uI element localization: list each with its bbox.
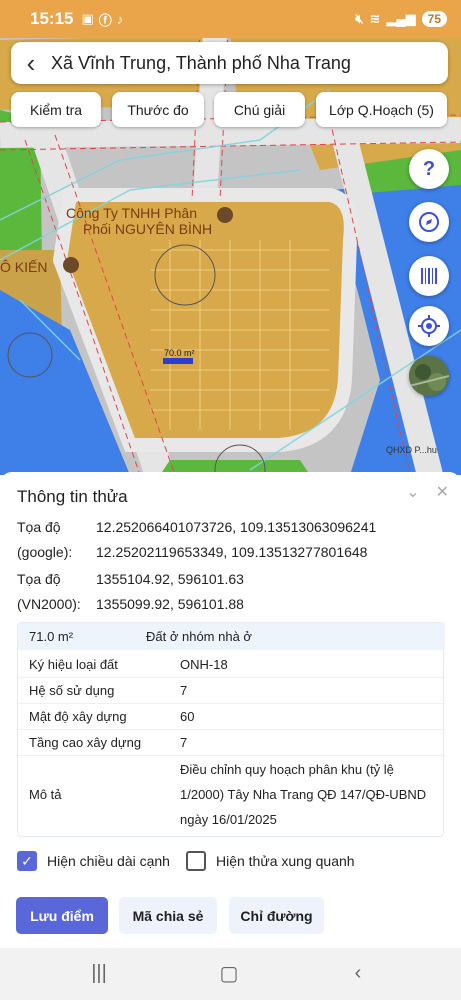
coord-value: 1355104.92, 596101.63 (96, 571, 244, 587)
attr-value: Điều chỉnh quy hoạch phân khu (tỷ lệ 1/2… (180, 762, 427, 827)
save-point-button[interactable]: Lưu điểm (16, 897, 108, 934)
collapse-chevron-icon[interactable]: ⌄ (406, 482, 419, 502)
screenshot-icon: ▣ (81, 11, 94, 26)
home-icon[interactable]: ▢ (214, 960, 244, 986)
back-icon[interactable]: ‹ (343, 960, 373, 986)
attr-key: Mật độ xây dựng (29, 709, 127, 724)
system-icons: 🔇︎ ≋ ▂▄▆ 75 (355, 11, 447, 27)
satellite-layer-button[interactable] (409, 356, 449, 396)
map-credit: QHXD P...hu (386, 445, 437, 455)
location-title[interactable]: Xã Vĩnh Trung, Thành phố Nha Trang (51, 53, 351, 74)
recent-apps-icon[interactable]: ||| (84, 960, 114, 986)
help-button[interactable]: ? (409, 149, 449, 189)
coord-value: 12.25202119653349, 109.13513277801648 (96, 544, 368, 560)
land-info-table: 71.0 m² Đất ở nhóm nhà ở Ký hiệu loại đấ… (17, 622, 445, 837)
mute-icon: 🔇︎ (355, 11, 364, 26)
display-options: ✓ Hiện chiều dài cạnh Hiện thửa xung qua… (17, 848, 371, 874)
compass-button[interactable] (409, 202, 449, 242)
crosshair-icon (418, 315, 440, 337)
directions-button[interactable]: Chỉ đường (229, 897, 324, 934)
attr-key: Ký hiệu loại đất (29, 657, 118, 672)
my-location-button[interactable] (409, 306, 449, 346)
barcode-icon (421, 268, 437, 284)
checkbox-checked-icon[interactable]: ✓ (17, 851, 37, 871)
show-edge-length-option[interactable]: ✓ Hiện chiều dài cạnh (17, 851, 170, 871)
sheet-title: Thông tin thửa (17, 487, 128, 506)
parcel-info-sheet: Thông tin thửa ⌄ ✕ Tọa độ 12.25206640107… (0, 472, 461, 948)
table-row: Ký hiệu loại đất ONH-18 (18, 652, 445, 678)
coord-label: (google): (17, 544, 73, 560)
show-surrounding-option[interactable]: Hiện thửa xung quanh (185, 851, 355, 871)
legend-chip[interactable]: Chú giải (214, 92, 305, 127)
barcode-button[interactable] (409, 256, 449, 296)
attr-value: 7 (180, 735, 188, 750)
coord-label: Tọa độ (17, 571, 61, 587)
attr-key: Mô tả (29, 787, 62, 802)
attr-value: 7 (180, 683, 188, 698)
help-icon: ? (422, 157, 436, 180)
signal-icon: ▂▄▆ (386, 11, 416, 26)
table-row: Mật độ xây dựng 60 (18, 704, 445, 730)
land-type: Đất ở nhóm nhà ở (146, 629, 252, 644)
status-bar: 15:15 ▣ ⓕ ♪ 🔇︎ ≋ ▂▄▆ 75 (0, 0, 461, 38)
coord-label: Tọa độ (17, 519, 61, 535)
back-arrow-icon[interactable]: ‹ (11, 42, 51, 84)
parcel-area-label: 70.0 m² (164, 348, 195, 358)
check-chip[interactable]: Kiểm tra (11, 92, 101, 127)
map-poi-line1: Công Ty TNHH Phân (66, 205, 197, 221)
close-icon[interactable]: ✕ (436, 482, 449, 502)
facebook-icon: ⓕ (98, 12, 112, 28)
checkbox-unchecked-icon[interactable] (185, 851, 206, 871)
system-nav-bar: ||| ▢ ‹ (0, 948, 461, 1000)
parcel-area: 71.0 m² (29, 629, 74, 644)
map-poi-line2: Phối NGUYÊN BÌNH (83, 221, 213, 237)
attr-value: 60 (180, 709, 195, 724)
attr-key: Hệ số sử dụng (29, 683, 115, 698)
coord-label: (VN2000): (17, 596, 81, 612)
map-poi-label: Công Ty TNHH Phân Phối NGUYÊN BÌNH (66, 205, 212, 237)
location-search-bar[interactable]: ‹ Xã Vĩnh Trung, Thành phố Nha Trang (11, 42, 448, 84)
map-left-label: Ô KIẾN (0, 259, 48, 275)
show-edge-length-label[interactable]: Hiện chiều dài cạnh (47, 853, 170, 869)
coord-value: 1355099.92, 596101.88 (96, 596, 244, 612)
sheet-actions: ⌄ ✕ (406, 482, 449, 502)
status-time: 15:15 (30, 9, 74, 28)
table-row: Tầng cao xây dựng 7 (18, 730, 445, 756)
attr-value: ONH-18 (180, 657, 228, 672)
satellite-thumbnail-icon (409, 356, 449, 396)
table-row: Mô tả Điều chỉnh quy hoạch phân khu (tỷ … (18, 757, 445, 835)
table-row: Hệ số sử dụng 7 (18, 678, 445, 704)
planning-layer-chip[interactable]: Lớp Q.Hoạch (5) (316, 92, 447, 127)
notification-icons: ▣ ⓕ ♪ (81, 10, 123, 29)
ruler-chip[interactable]: Thước đo (112, 92, 204, 127)
coord-value: 12.252066401073726, 109.13513063096241 (96, 519, 377, 535)
compass-icon (419, 212, 439, 232)
battery-indicator: 75 (421, 11, 447, 27)
wifi-icon: ≋ (369, 11, 381, 26)
attr-key: Tầng cao xây dựng (29, 735, 142, 750)
map-toolbar: Kiểm tra Thước đo Chú giải Lớp Q.Hoạch (… (11, 92, 451, 128)
share-code-button[interactable]: Mã chia sẻ (119, 897, 217, 934)
land-info-header: 71.0 m² Đất ở nhóm nhà ở (18, 623, 445, 650)
tiktok-icon: ♪ (116, 11, 124, 27)
show-surrounding-label[interactable]: Hiện thửa xung quanh (216, 853, 355, 869)
